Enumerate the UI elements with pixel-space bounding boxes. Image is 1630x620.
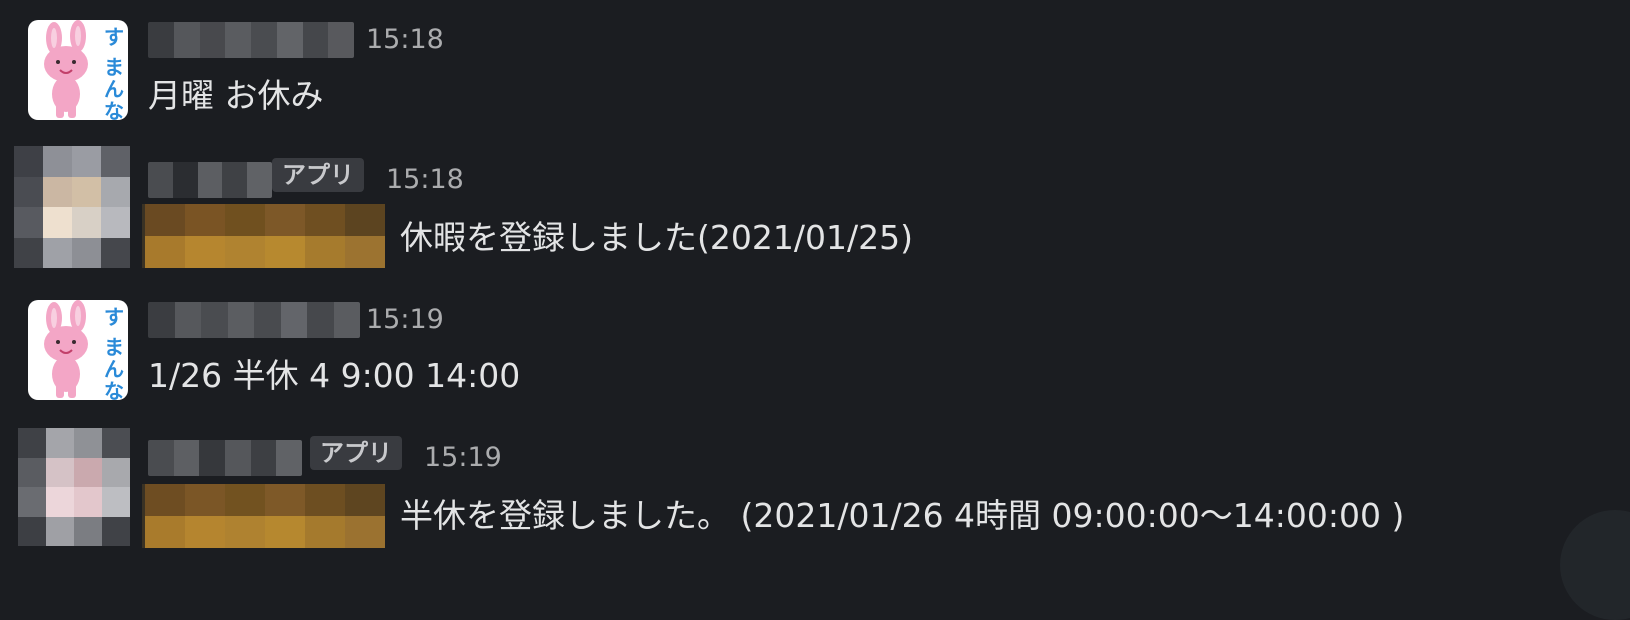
message-text: 半休を登録しました。 (2021/01/26 4時間 09:00:00〜14:0…	[400, 496, 1405, 535]
sender-name-redacted[interactable]	[148, 302, 360, 338]
blurred-avatar[interactable]	[18, 428, 130, 546]
rabbit-avatar-text-1: す	[104, 25, 124, 49]
svg-text:ん: ん	[104, 77, 124, 101]
app-badge: アプリ	[310, 436, 402, 470]
svg-text:な: な	[104, 379, 124, 400]
message-text: 休暇を登録しました(2021/01/25)	[400, 218, 913, 257]
rabbit-icon: す ま ん な	[44, 300, 124, 400]
message-timestamp[interactable]: 15:18	[386, 162, 464, 198]
rabbit-avatar[interactable]: す ま ん な	[28, 20, 128, 120]
svg-text:す: す	[104, 305, 124, 329]
message-text: 月曜 お休み	[148, 76, 324, 115]
rabbit-icon: す ま ん な	[44, 20, 124, 120]
sender-name-redacted[interactable]	[148, 22, 354, 58]
sender-name-redacted[interactable]	[148, 162, 272, 198]
rabbit-avatar[interactable]: す ま ん な	[28, 300, 128, 400]
svg-text:ん: ん	[104, 357, 124, 381]
message-text: 1/26 半休 4 9:00 14:00	[148, 356, 521, 395]
svg-text:ま: ま	[104, 335, 124, 359]
attachment-redacted	[142, 484, 385, 548]
app-badge: アプリ	[272, 158, 364, 192]
corner-decoration	[1560, 510, 1630, 620]
blurred-avatar[interactable]	[14, 146, 130, 268]
message-timestamp[interactable]: 15:19	[366, 302, 444, 338]
message-timestamp[interactable]: 15:18	[366, 22, 444, 58]
sender-name-redacted[interactable]	[148, 440, 302, 476]
svg-text:な: な	[104, 99, 124, 120]
message-timestamp[interactable]: 15:19	[424, 440, 502, 476]
svg-text:ま: ま	[104, 55, 124, 79]
attachment-redacted	[142, 204, 385, 268]
